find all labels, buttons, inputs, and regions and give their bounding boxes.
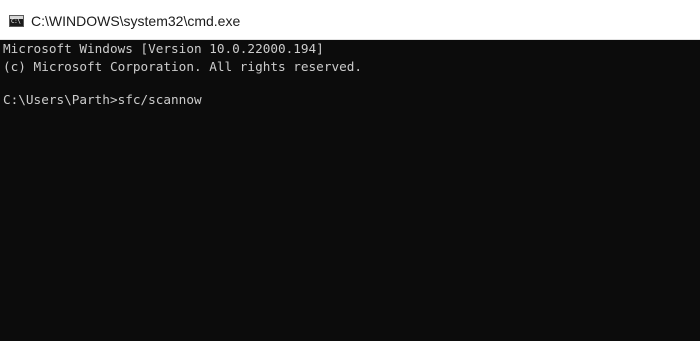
console-line-version: Microsoft Windows [Version 10.0.22000.19… — [3, 41, 324, 56]
console-line-command: C:\Users\Parth>sfc/scannow — [3, 92, 202, 107]
cmd-icon[interactable]: C:\ — [9, 15, 24, 27]
console-output[interactable]: Microsoft Windows [Version 10.0.22000.19… — [0, 40, 700, 341]
cmd-icon-glyph: C:\ — [11, 18, 21, 25]
console-line-copyright: (c) Microsoft Corporation. All rights re… — [3, 59, 363, 74]
title-bar[interactable]: C:\ C:\WINDOWS\system32\cmd.exe — [0, 0, 700, 40]
cmd-window: C:\ C:\WINDOWS\system32\cmd.exe Microsof… — [0, 0, 700, 341]
window-title: C:\WINDOWS\system32\cmd.exe — [31, 13, 241, 29]
